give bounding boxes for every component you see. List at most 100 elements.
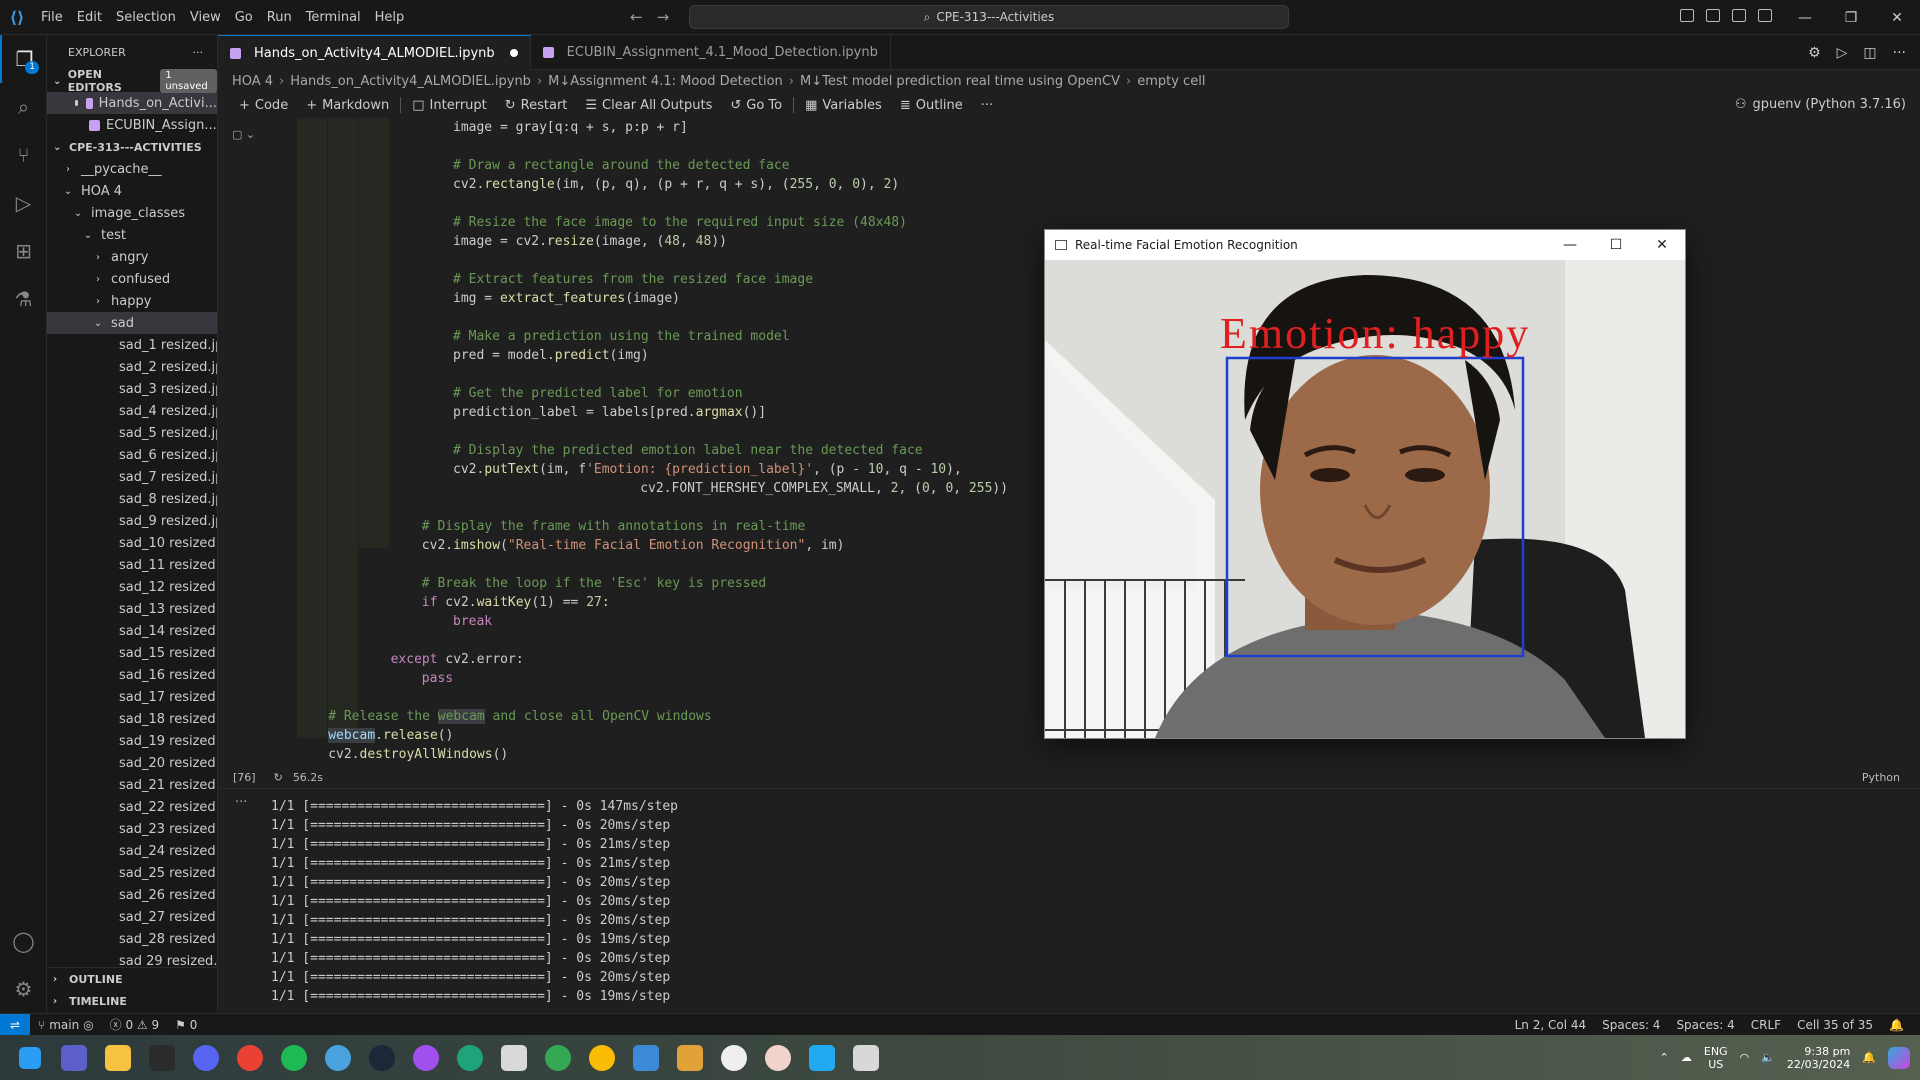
notification-bell-icon[interactable]: 🔔 bbox=[1862, 1051, 1876, 1064]
code-line[interactable]: if cv2.waitKey(1) == 27: bbox=[297, 593, 1008, 612]
more-actions-icon[interactable]: ··· bbox=[1893, 45, 1906, 61]
explorer-icon[interactable]: ❐ 1 bbox=[0, 35, 47, 83]
tree-folder-angry[interactable]: › angry bbox=[47, 246, 217, 268]
teams-icon[interactable] bbox=[52, 1035, 96, 1080]
chrome-icon[interactable] bbox=[536, 1035, 580, 1080]
file-item[interactable]: sad_15 resized.j... bbox=[47, 642, 217, 664]
open-editor-item[interactable]: Hands_on_Activi... bbox=[47, 92, 217, 114]
spotify-icon[interactable] bbox=[272, 1035, 316, 1080]
file-item[interactable]: sad_14 resized.j... bbox=[47, 620, 217, 642]
file-item[interactable]: sad_28 resized.j... bbox=[47, 928, 217, 950]
app-icon[interactable] bbox=[316, 1035, 360, 1080]
file-item[interactable]: sad_24 resized.j... bbox=[47, 840, 217, 862]
breadcrumb-item[interactable]: M↓Test model prediction real time using … bbox=[800, 74, 1120, 89]
code-line[interactable]: cv2.rectangle(im, (p, q), (p + r, q + s)… bbox=[297, 175, 1008, 194]
code-line[interactable]: cv2.imshow("Real-time Facial Emotion Rec… bbox=[297, 536, 1008, 555]
maximize-icon[interactable]: ☐ bbox=[1593, 230, 1639, 260]
menu-go[interactable]: Go bbox=[228, 10, 260, 25]
code-line[interactable]: # Extract features from the resized face… bbox=[297, 270, 1008, 289]
vscode-taskbar-icon[interactable] bbox=[800, 1035, 844, 1080]
file-item[interactable]: sad_23 resized.j... bbox=[47, 818, 217, 840]
code-line[interactable]: # Draw a rectangle around the detected f… bbox=[297, 156, 1008, 175]
app-icon[interactable] bbox=[668, 1035, 712, 1080]
file-explorer-icon[interactable] bbox=[96, 1035, 140, 1080]
tree-folder-image-classes[interactable]: ⌄ image_classes bbox=[47, 202, 217, 224]
close-icon[interactable]: ✕ bbox=[1639, 230, 1685, 260]
outline-button[interactable]: ≣ Outline bbox=[891, 98, 972, 113]
code-line[interactable] bbox=[297, 251, 1008, 270]
line-endings[interactable]: CRLF bbox=[1743, 1018, 1789, 1032]
menu-help[interactable]: Help bbox=[368, 10, 412, 25]
tree-folder-hoa4[interactable]: ⌄ HOA 4 bbox=[47, 180, 217, 202]
code-line[interactable]: cv2.putText(im, f'Emotion: {prediction_l… bbox=[297, 460, 1008, 479]
code-line[interactable] bbox=[297, 498, 1008, 517]
file-item[interactable]: sad_27 resized.j... bbox=[47, 906, 217, 928]
file-item[interactable]: sad_20 resized.j... bbox=[47, 752, 217, 774]
open-editors-section[interactable]: ⌄ OPEN EDITORS 1 unsaved bbox=[47, 68, 217, 94]
menu-terminal[interactable]: Terminal bbox=[299, 10, 368, 25]
ports-indicator[interactable]: ⚑ 0 bbox=[167, 1018, 205, 1032]
file-item[interactable]: sad_7 resized.jpg bbox=[47, 466, 217, 488]
edge-icon[interactable] bbox=[448, 1035, 492, 1080]
code-line[interactable]: webcam.release() bbox=[297, 726, 1008, 745]
notifications-bell-icon[interactable]: 🔔 bbox=[1881, 1018, 1912, 1032]
toggle-sidebar-icon[interactable] bbox=[1680, 9, 1694, 22]
minimize-icon[interactable]: — bbox=[1782, 0, 1828, 35]
app-icon[interactable] bbox=[492, 1035, 536, 1080]
customize-layout-icon[interactable] bbox=[1758, 9, 1772, 22]
accounts-icon[interactable]: ◯ bbox=[0, 917, 47, 965]
cell-language[interactable]: Python bbox=[1862, 771, 1900, 784]
code-line[interactable]: except cv2.error: bbox=[297, 650, 1008, 669]
file-item[interactable]: sad_26 resized.j... bbox=[47, 884, 217, 906]
indentation[interactable]: Spaces: 4 bbox=[1668, 1018, 1742, 1032]
breadcrumb-item[interactable]: M↓Assignment 4.1: Mood Detection bbox=[548, 74, 783, 89]
file-item[interactable]: sad_21 resized.j... bbox=[47, 774, 217, 796]
source-control-icon[interactable]: ⑂ bbox=[0, 131, 47, 179]
file-item[interactable]: sad_12 resized.j... bbox=[47, 576, 217, 598]
file-item[interactable]: sad_4 resized.jpg bbox=[47, 400, 217, 422]
file-item[interactable]: sad_6 resized.jpg bbox=[47, 444, 217, 466]
menu-view[interactable]: View bbox=[183, 10, 228, 25]
cell-collapse-icon[interactable]: ▢ ⌄ bbox=[232, 128, 255, 141]
app-icon[interactable] bbox=[712, 1035, 756, 1080]
code-line[interactable] bbox=[297, 365, 1008, 384]
tree-folder-test[interactable]: ⌄ test bbox=[47, 224, 217, 246]
language-indicator[interactable]: ENG US bbox=[1704, 1045, 1728, 1071]
onedrive-icon[interactable]: ☁ bbox=[1681, 1051, 1692, 1064]
code-line[interactable]: prediction_label = labels[pred.argmax()] bbox=[297, 403, 1008, 422]
interrupt-button[interactable]: □ Interrupt bbox=[403, 98, 496, 113]
search-view-icon[interactable]: ⌕ bbox=[0, 83, 47, 131]
file-item[interactable]: sad_17 resized.j... bbox=[47, 686, 217, 708]
epic-games-icon[interactable] bbox=[140, 1035, 184, 1080]
code-line[interactable] bbox=[297, 194, 1008, 213]
breadcrumb-item[interactable]: Hands_on_Activity4_ALMODIEL.ipynb bbox=[290, 74, 531, 89]
modified-dot-icon[interactable] bbox=[509, 49, 518, 57]
file-item[interactable]: sad_5 resized.jpg bbox=[47, 422, 217, 444]
add-code-button[interactable]: + Code bbox=[230, 98, 297, 113]
volume-icon[interactable]: 🔈 bbox=[1761, 1051, 1775, 1064]
code-line[interactable] bbox=[297, 631, 1008, 650]
code-line[interactable] bbox=[297, 137, 1008, 156]
code-line[interactable]: image = gray[q:q + s, p:p + r] bbox=[297, 118, 1008, 137]
code-line[interactable]: image = cv2.resize(image, (48, 48)) bbox=[297, 232, 1008, 251]
chevron-up-icon[interactable]: ⌃ bbox=[1660, 1051, 1669, 1064]
forward-arrow-icon[interactable]: → bbox=[657, 8, 670, 26]
breadcrumb-item[interactable]: empty cell bbox=[1137, 74, 1205, 89]
timeline-section[interactable]: › TIMELINE bbox=[47, 990, 217, 1012]
problems-indicator[interactable]: ⓧ 0 ⚠ 9 bbox=[102, 1016, 167, 1033]
minimize-icon[interactable]: — bbox=[1547, 230, 1593, 260]
code-line[interactable]: cv2.destroyAllWindows() bbox=[297, 745, 1008, 764]
back-arrow-icon[interactable]: ← bbox=[630, 8, 643, 26]
tree-folder-pycache[interactable]: › __pycache__ bbox=[47, 158, 217, 180]
code-line[interactable]: cv2.FONT_HERSHEY_COMPLEX_SMALL, 2, (0, 0… bbox=[297, 479, 1008, 498]
add-markdown-button[interactable]: + Markdown bbox=[297, 98, 398, 113]
file-item[interactable]: sad_2 resized.jpg bbox=[47, 356, 217, 378]
tab-hands-on-activity[interactable]: Hands_on_Activity4_ALMODIEL.ipynb bbox=[218, 35, 531, 70]
toggle-secondary-sidebar-icon[interactable] bbox=[1732, 9, 1746, 22]
restore-icon[interactable]: ❐ bbox=[1828, 0, 1874, 35]
discord-icon[interactable] bbox=[184, 1035, 228, 1080]
code-line[interactable]: # Resize the face image to the required … bbox=[297, 213, 1008, 232]
split-editor-icon[interactable]: ◫ bbox=[1863, 45, 1876, 61]
code-line[interactable]: # Make a prediction using the trained mo… bbox=[297, 327, 1008, 346]
menu-file[interactable]: File bbox=[34, 10, 70, 25]
